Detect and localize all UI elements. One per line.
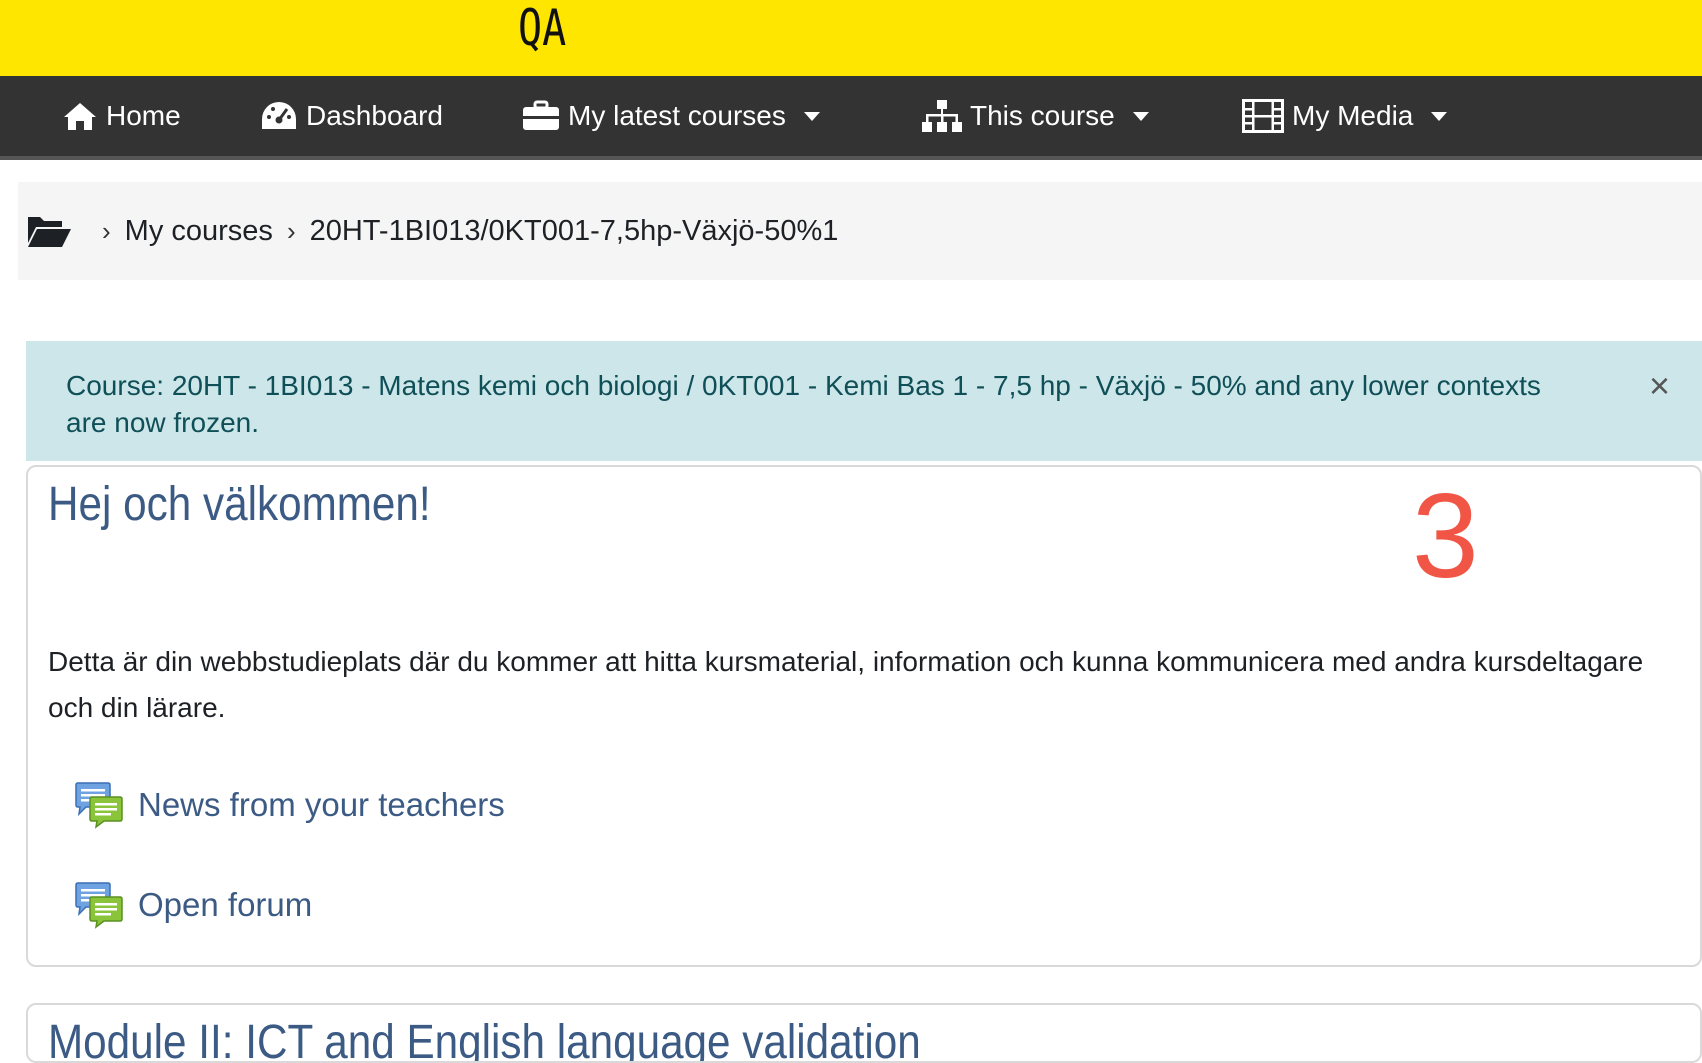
forum-icon — [75, 782, 123, 829]
chevron-right-icon: › — [102, 215, 111, 246]
sitemap-icon — [922, 100, 962, 132]
nav-my-media[interactable]: My Media — [1242, 76, 1448, 156]
nav-dashboard[interactable]: Dashboard — [260, 76, 443, 156]
home-icon — [64, 103, 96, 130]
chevron-right-icon: › — [286, 215, 296, 246]
section-title: Module II: ICT and English language vali… — [48, 1016, 921, 1063]
section-description: Detta är din webbstudieplats där du komm… — [48, 646, 1644, 723]
forum-icon — [75, 882, 123, 929]
nav-this-course[interactable]: This course — [922, 76, 1149, 156]
breadcrumb-my-courses[interactable]: My courses — [125, 215, 273, 248]
close-icon[interactable]: × — [1649, 367, 1670, 404]
chevron-down-icon — [1132, 111, 1149, 121]
nav-home-label: Home — [106, 100, 181, 131]
primary-navigation: Home Dashboard My latest courses This co… — [0, 76, 1702, 160]
nav-dashboard-label: Dashboard — [306, 100, 443, 131]
chevron-down-icon — [803, 111, 820, 121]
nav-home[interactable]: Home — [62, 76, 181, 156]
breadcrumb-current-course[interactable]: 20HT-1BI013/0KT001-7,5hp-Växjö-50%1 — [310, 215, 839, 248]
section-title: Hej och välkommen! — [48, 478, 431, 531]
nav-my-latest-courses[interactable]: My latest courses — [522, 76, 820, 156]
section-welcome: Hej och välkommen! 3 Detta är din webbst… — [26, 465, 1702, 967]
activity-open-forum-label: Open forum — [138, 886, 313, 923]
breadcrumb: › My courses › 20HT-1BI013/0KT001-7,5hp-… — [18, 182, 1702, 280]
activity-open-forum[interactable]: Open forum — [74, 881, 312, 929]
alert-message: Course: 20HT - 1BI013 - Matens kemi och … — [66, 370, 1541, 438]
nav-this-course-label: This course — [970, 100, 1115, 131]
briefcase-icon — [523, 100, 559, 130]
chevron-down-icon — [1431, 111, 1448, 121]
section-next: Module II: ICT and English language vali… — [26, 1003, 1702, 1063]
frozen-context-alert: Course: 20HT - 1BI013 - Matens kemi och … — [26, 341, 1702, 461]
dashboard-icon — [262, 102, 296, 129]
film-icon — [1242, 99, 1284, 133]
nav-my-latest-courses-label: My latest courses — [568, 100, 786, 131]
annotation-number: 3 — [1412, 469, 1479, 603]
folder-open-icon[interactable] — [26, 213, 72, 249]
activity-news-forum-label: News from your teachers — [138, 786, 505, 823]
activity-news-forum[interactable]: News from your teachers — [74, 781, 505, 829]
site-header: QA — [0, 0, 1702, 76]
nav-my-media-label: My Media — [1292, 100, 1414, 131]
site-tag: QA — [518, 0, 567, 57]
